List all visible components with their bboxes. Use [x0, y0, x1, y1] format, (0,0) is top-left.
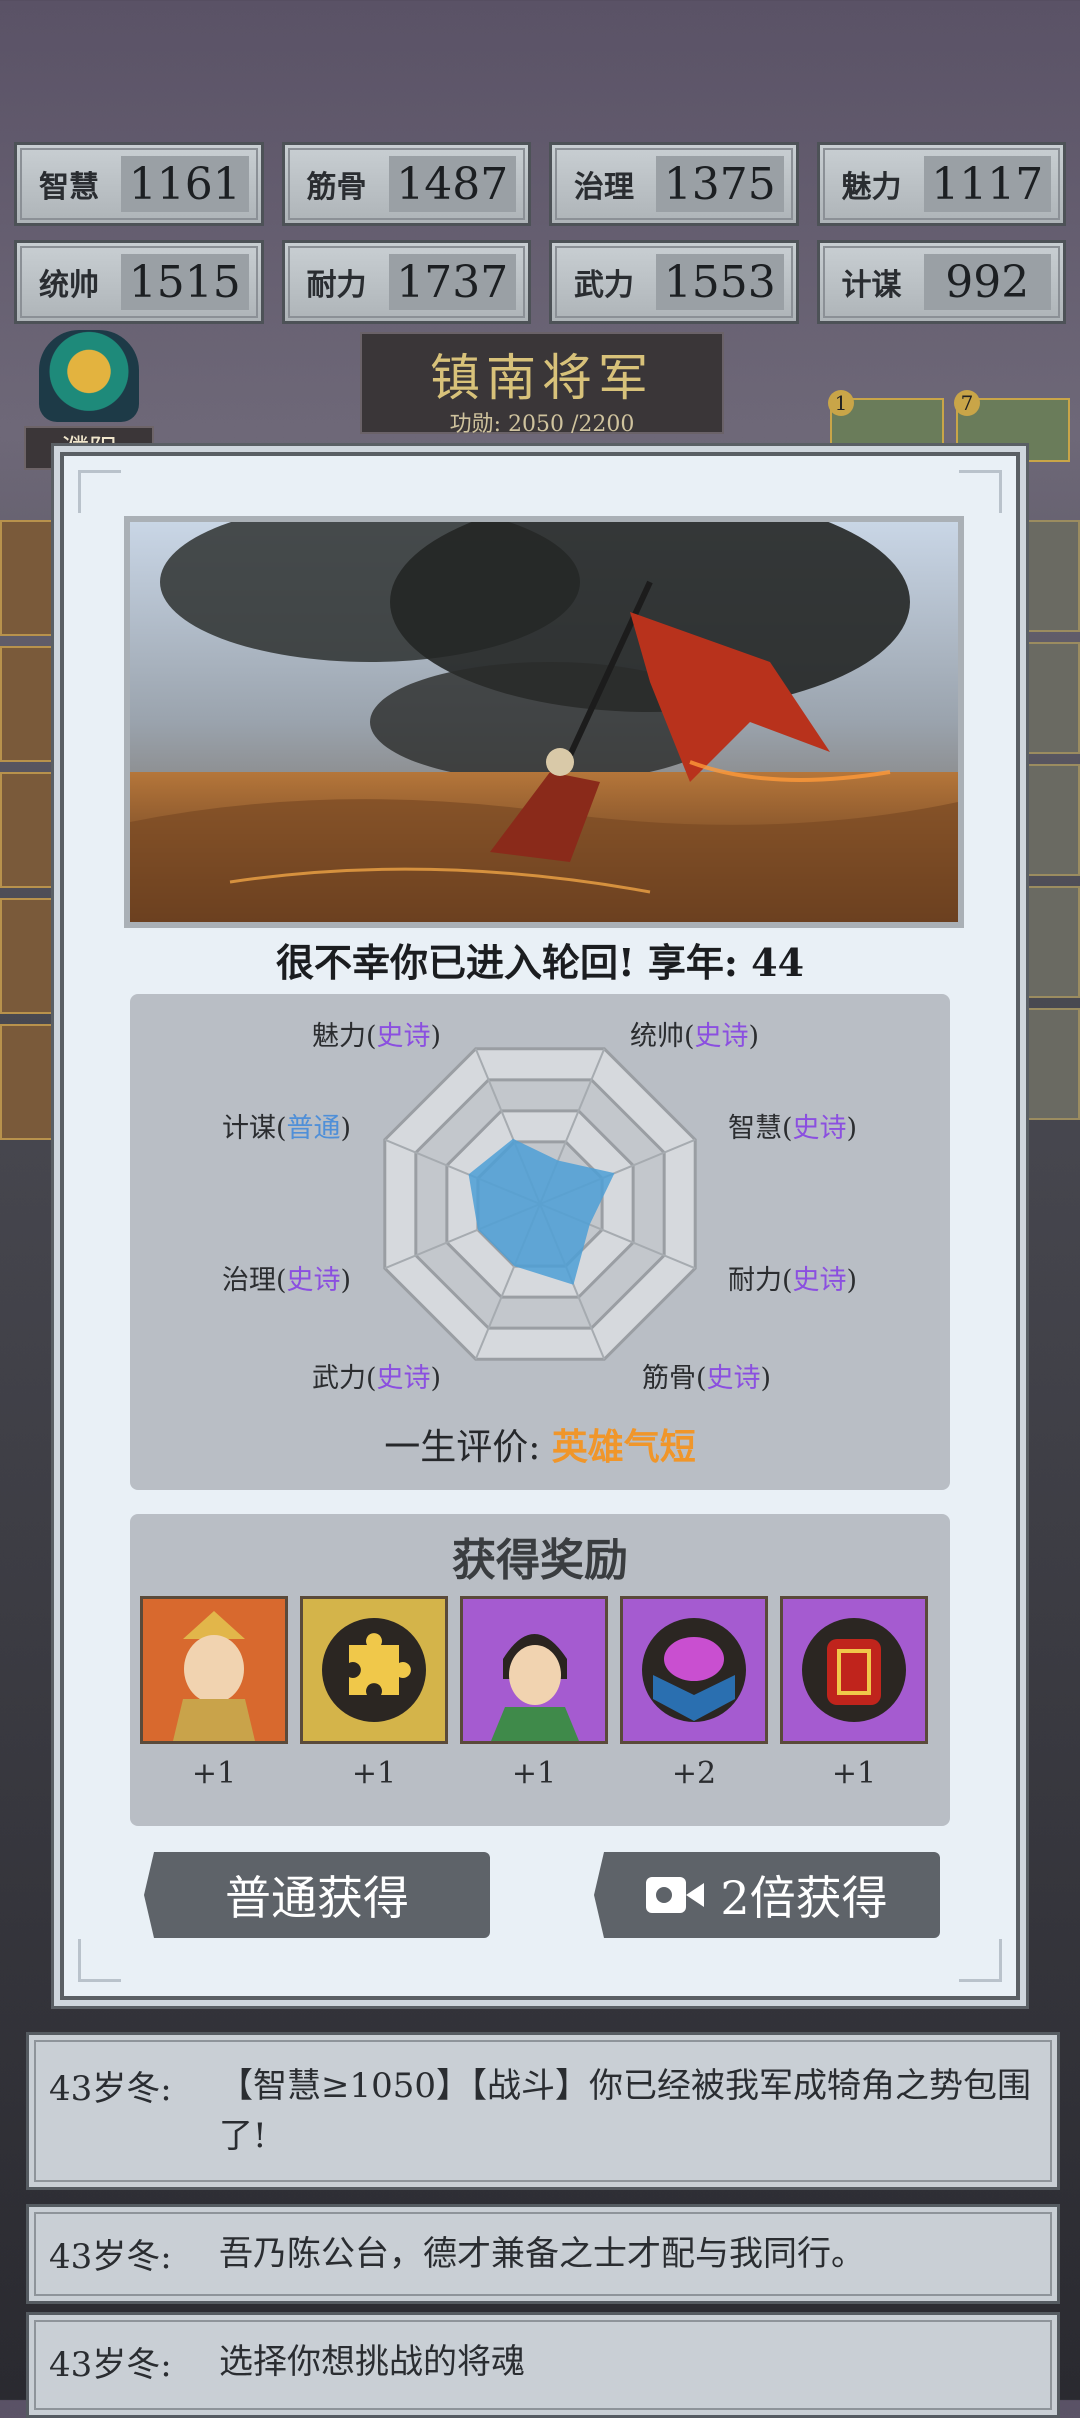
helmet-icon: [39, 330, 139, 422]
verdict-label: 一生评价:: [384, 1427, 541, 1468]
log-age: 43岁冬:: [49, 2345, 172, 2385]
portrait-icon[interactable]: [1014, 764, 1080, 876]
stat-wisdom: 智慧 1161: [14, 142, 264, 226]
stat-value: 1117: [923, 156, 1051, 212]
portrait-icon[interactable]: [0, 1024, 62, 1140]
stats-grid: 智慧 1161 筋骨 1487 治理 1375 魅力 1117 统帅 1515 耐力 173…: [14, 142, 1066, 324]
corner-ornament: [78, 1939, 121, 1982]
radar-label-endurance: 耐力(史诗): [728, 1265, 858, 1296]
log-text: 选择你想挑战的将魂: [219, 2342, 525, 2382]
stat-force: 武力 1553: [549, 240, 799, 324]
stat-value: 992: [923, 254, 1051, 310]
avatar-badge: 1: [828, 390, 854, 416]
log-age: 43岁冬:: [49, 2237, 172, 2277]
stat-label: 统帅: [39, 268, 99, 303]
portrait-icon[interactable]: [0, 646, 62, 762]
left-portrait-column: [0, 520, 62, 1150]
log-entry: 43岁冬: 吾乃陈公台，德才兼备之士才配与我同行。: [26, 2204, 1060, 2304]
radar-label-wisdom: 智慧(史诗): [728, 1113, 858, 1144]
reward-item[interactable]: +1: [460, 1596, 608, 1791]
stat-label: 武力: [574, 268, 634, 303]
stat-value: 1515: [121, 254, 249, 310]
fate-text: 很不幸你已进入轮回! 享年: 44: [275, 940, 805, 985]
reward-count: +2: [671, 1756, 717, 1791]
radar-label-governance: 治理(史诗): [222, 1265, 352, 1296]
attribute-radar-panel: 魅力(史诗) 统帅(史诗) 计谋(普通) 智慧(史诗) 治理(史诗) 耐力(史诗…: [130, 994, 950, 1490]
top-avatars: 1 7: [828, 390, 1070, 462]
rank-title: 镇南将军: [430, 349, 654, 407]
normal-claim-button[interactable]: 普通获得: [144, 1852, 490, 1938]
stat-value: 1737: [388, 254, 516, 310]
right-portrait-column: [1014, 520, 1080, 1130]
log-entry: 43岁冬: 【智慧≥1050】【战斗】你已经被我军成犄角之势包围了!: [26, 2032, 1060, 2190]
rank-banner: 镇南将军 功勋: 2050 /2200: [360, 332, 724, 437]
reward-count: +1: [191, 1756, 237, 1791]
stat-strategy: 计谋 992: [816, 240, 1066, 324]
corner-ornament: [78, 470, 121, 513]
portrait-icon[interactable]: [1014, 520, 1080, 632]
verdict-value: 英雄气短: [551, 1426, 696, 1468]
life-verdict: 一生评价: 英雄气短: [130, 1418, 950, 1470]
reincarnation-modal: 很不幸你已进入轮回! 享年: 44 魅力(史诗) 统帅(史诗) 计谋(普通) 智…: [60, 452, 1020, 2000]
general-portrait-icon: [140, 1596, 288, 1744]
stat-value: 1553: [656, 254, 784, 310]
reward-item[interactable]: +1: [140, 1596, 288, 1791]
stat-label: 治理: [574, 170, 634, 205]
reward-item[interactable]: +1: [300, 1596, 448, 1791]
portrait-icon[interactable]: [0, 772, 62, 888]
reward-item[interactable]: +2: [620, 1596, 768, 1791]
avatar-badge: 7: [954, 390, 980, 416]
stat-value: 1487: [388, 156, 516, 212]
log-entry: 43岁冬: 选择你想挑战的将魂: [26, 2312, 1060, 2418]
corner-ornament: [959, 1939, 1002, 1982]
normal-claim-label: 普通获得: [225, 1871, 409, 1925]
portrait-icon[interactable]: [1014, 1008, 1080, 1120]
portrait-icon[interactable]: [1014, 642, 1080, 754]
reward-title: 获得奖励: [452, 1535, 628, 1586]
stat-label: 耐力: [306, 268, 367, 303]
portrait-icon[interactable]: [0, 898, 62, 1014]
stat-label: 筋骨: [306, 170, 367, 205]
corner-ornament: [959, 470, 1002, 513]
red-lantern-icon: [780, 1596, 928, 1744]
stat-endurance: 耐力 1737: [281, 240, 531, 324]
log-text: 吾乃陈公台，德才兼备之士才配与我同行。: [219, 2234, 865, 2274]
portrait-icon[interactable]: [1014, 886, 1080, 998]
treasure-chest-icon: [620, 1596, 768, 1744]
reward-count: +1: [511, 1756, 557, 1791]
video-camera-icon: [646, 1877, 705, 1913]
reward-item[interactable]: +1: [780, 1596, 928, 1791]
log-text: 【智慧≥1050】【战斗】你已经被我军成犄角之势包围了!: [219, 2066, 1032, 2156]
reward-count: +1: [831, 1756, 877, 1791]
stat-value: 1375: [656, 156, 784, 212]
stat-value: 1161: [121, 156, 249, 212]
battlefield-illustration: [124, 516, 964, 928]
reward-panel: 获得奖励 +1 +1 +1 +2 +1: [130, 1514, 950, 1826]
stat-label: 计谋: [841, 268, 902, 303]
attribute-radar-chart: [383, 1047, 697, 1361]
stat-charisma: 魅力 1117: [816, 142, 1066, 226]
puzzle-piece-icon: [300, 1596, 448, 1744]
rank-merit: 功勋: 2050 /2200: [449, 412, 635, 437]
double-claim-button[interactable]: 2倍获得: [594, 1852, 940, 1938]
radar-label-strategy: 计谋(普通): [222, 1113, 352, 1144]
young-hero-portrait-icon: [460, 1596, 608, 1744]
stat-governance: 治理 1375: [549, 142, 799, 226]
stat-label: 智慧: [39, 170, 99, 205]
reward-list: +1 +1 +1 +2 +1: [140, 1596, 928, 1791]
stat-command: 统帅 1515: [14, 240, 264, 324]
stat-constitution: 筋骨 1487: [281, 142, 531, 226]
stat-label: 魅力: [841, 170, 902, 205]
log-age: 43岁冬:: [49, 2069, 172, 2109]
reward-count: +1: [351, 1756, 397, 1791]
portrait-icon[interactable]: [0, 520, 62, 636]
double-claim-label: 2倍获得: [720, 1871, 888, 1925]
